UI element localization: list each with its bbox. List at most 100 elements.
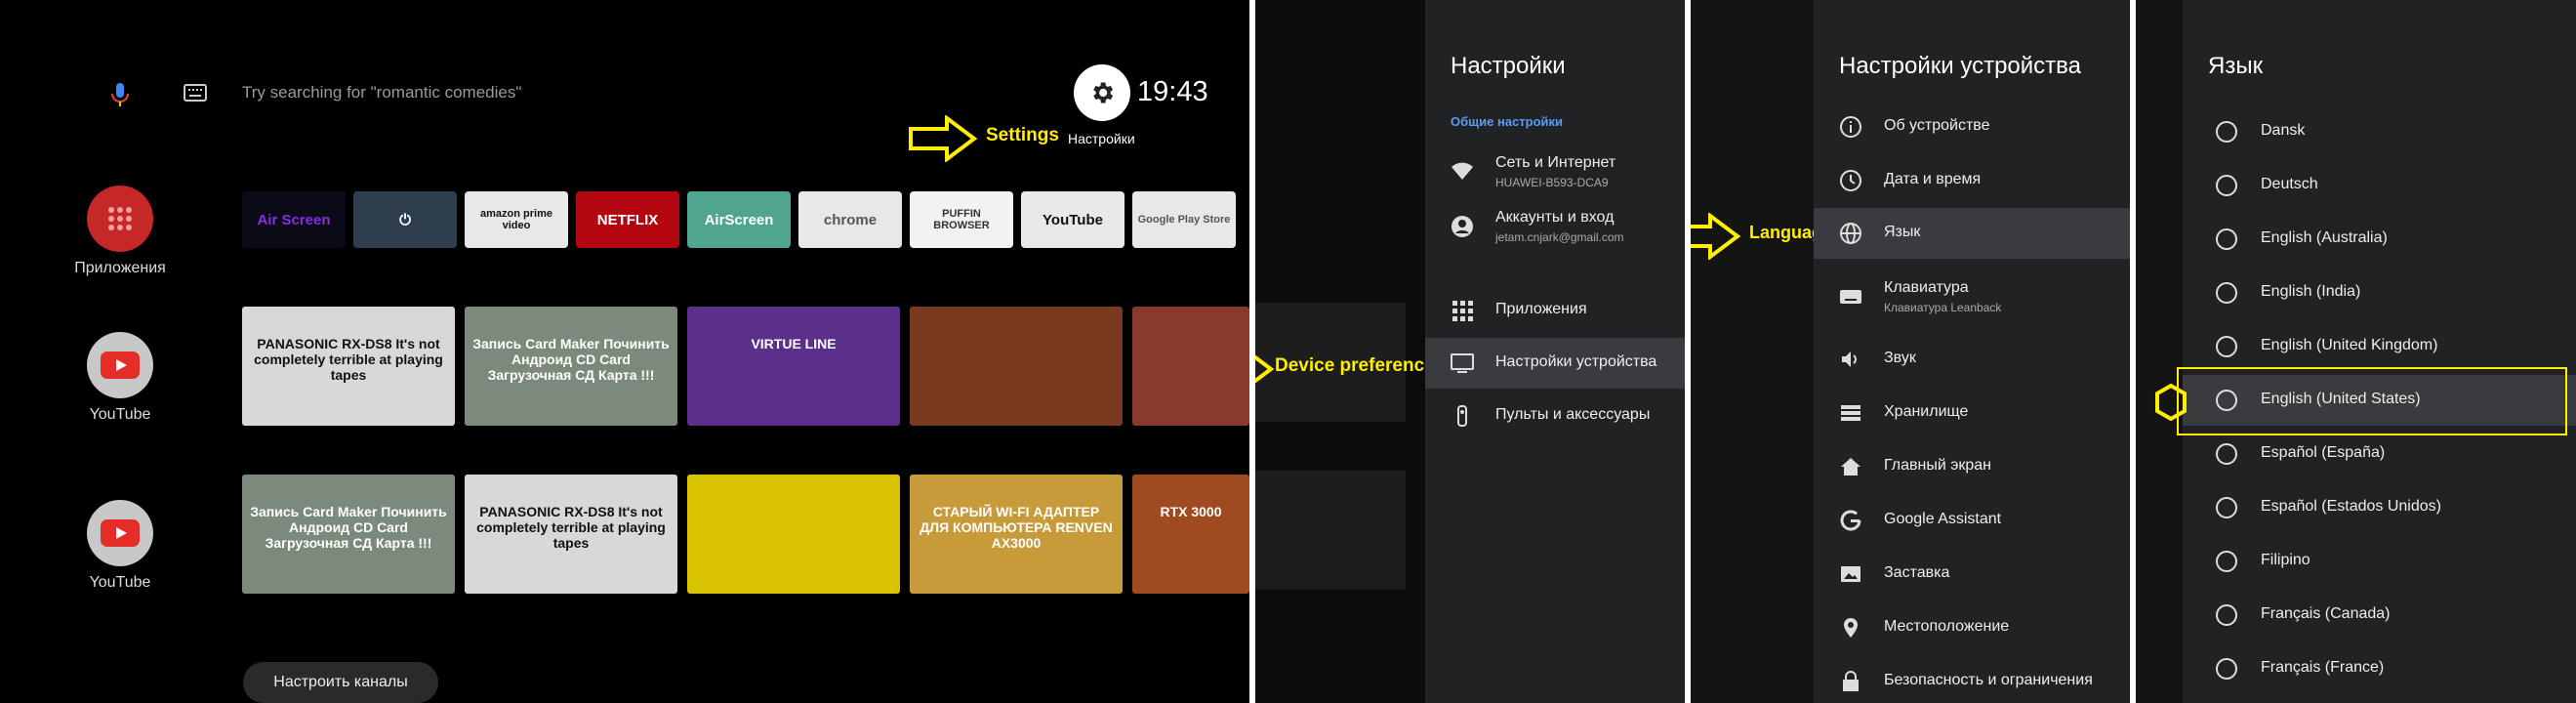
device-preferences-item-label: Главный экран xyxy=(1884,457,1992,474)
youtube-label: YouTube xyxy=(89,574,151,591)
device-preferences-item[interactable]: Об устройстве xyxy=(1814,102,2130,152)
radio-button[interactable] xyxy=(2216,551,2237,572)
microphone-icon[interactable] xyxy=(109,82,131,107)
youtube-channel-1[interactable]: YouTube xyxy=(37,332,203,424)
device-preferences-drawer: Настройки устройства Об устройстве Дата и… xyxy=(1814,0,2130,703)
location-icon xyxy=(1844,618,1858,638)
google-icon xyxy=(1840,510,1861,531)
app-chip[interactable]: AirScreen xyxy=(687,191,791,248)
app-chip[interactable]: NETFLIX xyxy=(576,191,679,248)
device-preferences-item[interactable]: Безопасность и ограничения xyxy=(1814,656,2130,703)
app-chip[interactable]: chrome xyxy=(798,191,902,248)
video-thumbnail[interactable] xyxy=(910,307,1123,426)
device-preferences-item-label: Местоположение xyxy=(1884,618,2010,635)
video-thumbnail[interactable]: VIRTUE LINE xyxy=(687,307,900,426)
storage-icon xyxy=(1841,405,1860,421)
device-preferences-item[interactable]: Местоположение xyxy=(1814,602,2130,653)
settings-item[interactable]: Сеть и Интернет HUAWEI-B593-DCA9 xyxy=(1425,146,1685,201)
device-preferences-item-label: Безопасность и ограничения xyxy=(1884,672,2093,688)
video-thumbnail[interactable]: PANASONIC RX-DS8 It's not completely ter… xyxy=(465,475,677,594)
settings-drawer: Настройки Общие настройки Сеть и Интерне… xyxy=(1425,0,1685,703)
language-drawer: Язык Dansk Deutsch English (Australia) Engl… xyxy=(2177,0,2576,703)
dimmed-background-thumb xyxy=(1255,471,1406,590)
search-hint[interactable]: Try searching for "romantic comedies" xyxy=(242,83,521,103)
app-chip[interactable]: PUFFIN BROWSER xyxy=(910,191,1013,248)
video-thumbnail[interactable] xyxy=(1132,307,1249,426)
radio-button[interactable] xyxy=(2216,604,2237,626)
device-preferences-item[interactable]: Главный экран xyxy=(1814,441,2130,492)
youtube-icon xyxy=(87,332,153,398)
device-preferences-item[interactable]: Хранилище xyxy=(1814,388,2130,438)
video-thumbnail[interactable]: Запись Card Maker Починить Андроид CD Ca… xyxy=(465,307,677,426)
video-thumbnail[interactable]: RTX 3000 xyxy=(1132,475,1249,594)
device-preferences-item-label: Клавиатура xyxy=(1884,279,1969,296)
radio-button[interactable] xyxy=(2216,282,2237,304)
language-option[interactable]: Français (France) xyxy=(2183,643,2576,694)
settings-title: Настройки xyxy=(1451,53,1566,79)
radio-button[interactable] xyxy=(2216,121,2237,143)
device-preferences-item-label: Язык xyxy=(1884,224,1921,240)
settings-item[interactable]: Пульты и аксессуары xyxy=(1425,391,1685,441)
device-preferences-item[interactable]: Звук xyxy=(1814,334,2130,385)
device-preferences-item[interactable]: Язык xyxy=(1814,208,2130,259)
thumbnail-title: Запись Card Maker Починить Андроид CD Ca… xyxy=(250,504,447,551)
settings-item[interactable]: Аккаунты и вход jetam.cnjark@gmail.com xyxy=(1425,201,1685,256)
language-option-label: Español (España) xyxy=(2261,444,2386,461)
settings-item-label: Приложения xyxy=(1495,301,1587,317)
language-option[interactable]: Español (España) xyxy=(2183,429,2576,479)
language-option[interactable]: Deutsch xyxy=(2183,160,2576,211)
radio-button[interactable] xyxy=(2216,175,2237,196)
language-option[interactable]: English (India) xyxy=(2183,268,2576,318)
annotation-highlight-box xyxy=(2177,367,2567,435)
video-thumbnail[interactable]: СТАРЫЙ WI-FI АДАПТЕР ДЛЯ КОМПЬЮТЕРА RENV… xyxy=(910,475,1123,594)
app-chip[interactable]: Air Screen xyxy=(242,191,346,248)
device-preferences-item-label: Дата и время xyxy=(1884,171,1982,187)
keyboard-icon[interactable] xyxy=(184,84,207,102)
thumbnail-title: СТАРЫЙ WI-FI АДАПТЕР ДЛЯ КОМПЬЮТЕРА RENV… xyxy=(920,504,1113,551)
video-thumbnail[interactable]: PANASONIC RX-DS8 It's not completely ter… xyxy=(242,307,455,426)
device-preferences-item[interactable]: Заставка xyxy=(1814,549,2130,600)
video-thumbnail[interactable] xyxy=(687,475,900,594)
apps-launcher[interactable]: Приложения xyxy=(37,186,203,277)
language-option-label: English (United Kingdom) xyxy=(2261,337,2438,353)
device-preferences-panel: Language Настройки устройства Об устройс… xyxy=(1691,0,2130,703)
radio-button[interactable] xyxy=(2216,497,2237,518)
app-chip[interactable]: ⏻ xyxy=(353,191,457,248)
language-option-label: Français (France) xyxy=(2261,659,2385,676)
language-option-label: English (Australia) xyxy=(2261,229,2388,246)
thumbnail-title: RTX 3000 xyxy=(1160,504,1222,519)
app-chip[interactable]: Google Play Store xyxy=(1132,191,1236,248)
device-preferences-item[interactable]: Дата и время xyxy=(1814,155,2130,206)
settings-item[interactable]: Настройки устройства xyxy=(1425,338,1685,389)
youtube-channel-2[interactable]: YouTube xyxy=(37,500,203,592)
app-chip[interactable]: YouTube xyxy=(1021,191,1124,248)
radio-button[interactable] xyxy=(2216,658,2237,680)
device-preferences-title: Настройки устройства xyxy=(1839,53,2081,79)
device-preferences-item[interactable]: Клавиатура Клавиатура Leanback xyxy=(1814,271,2130,326)
customize-channels-button[interactable]: Настроить каналы xyxy=(243,662,438,703)
lock-icon xyxy=(1843,671,1859,691)
language-option[interactable]: Français (Canada) xyxy=(2183,590,2576,641)
device-preferences-item-label: Звук xyxy=(1884,350,1916,366)
thumbnail-title: PANASONIC RX-DS8 It's not completely ter… xyxy=(254,336,443,383)
language-option[interactable]: Dansk xyxy=(2183,106,2576,157)
youtube-label: YouTube xyxy=(89,406,151,423)
radio-button[interactable] xyxy=(2216,336,2237,357)
language-option[interactable]: Filipino xyxy=(2183,536,2576,587)
settings-item-subtitle: jetam.cnjark@gmail.com xyxy=(1495,230,1624,244)
settings-button[interactable] xyxy=(1074,64,1130,121)
radio-button[interactable] xyxy=(2216,443,2237,465)
settings-item-label: Пульты и аксессуары xyxy=(1495,406,1651,423)
device-preferences-item[interactable]: Google Assistant xyxy=(1814,495,2130,546)
apps-label: Приложения xyxy=(74,260,166,276)
language-option-label: Deutsch xyxy=(2261,176,2318,192)
language-option[interactable]: English (United Kingdom) xyxy=(2183,321,2576,372)
app-chip[interactable]: amazon prime video xyxy=(465,191,568,248)
radio-button[interactable] xyxy=(2216,228,2237,250)
clock: 19:43 xyxy=(1137,76,1208,107)
language-option[interactable]: Español (Estados Unidos) xyxy=(2183,482,2576,533)
video-thumbnail[interactable]: Запись Card Maker Починить Андроид CD Ca… xyxy=(242,475,455,594)
apps-grid-icon xyxy=(1452,301,1473,321)
language-option[interactable]: English (Australia) xyxy=(2183,214,2576,265)
settings-item[interactable]: Приложения xyxy=(1425,285,1685,336)
